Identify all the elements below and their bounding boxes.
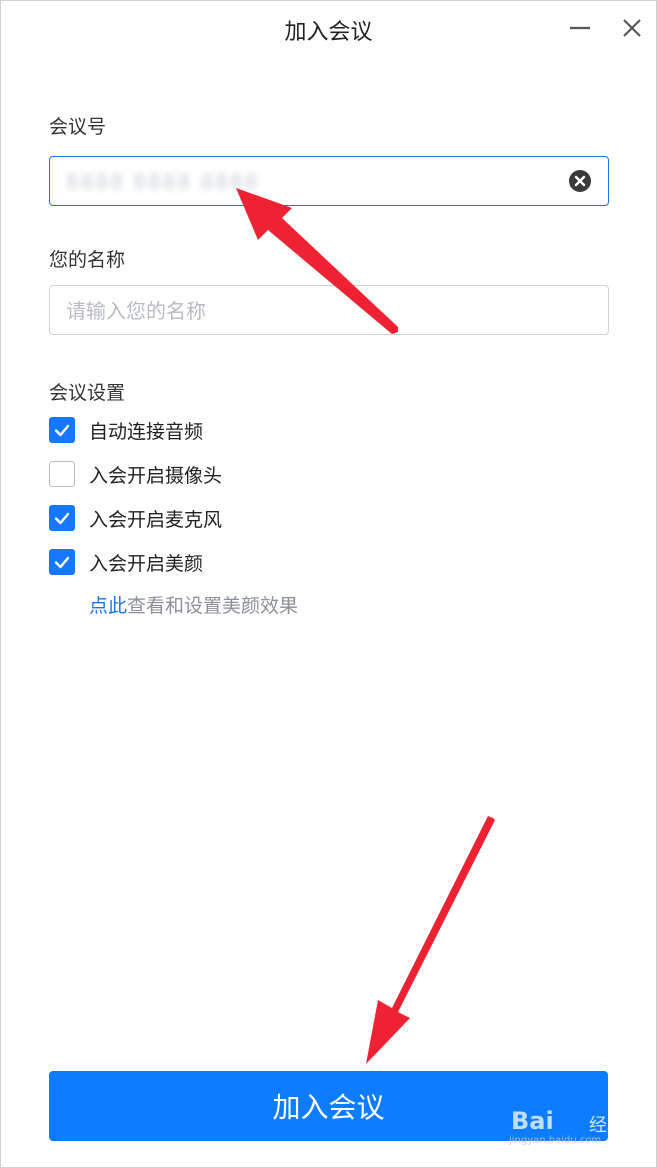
name-field[interactable]	[49, 285, 609, 336]
microphone-checkbox-row[interactable]: 入会开启麦克风	[49, 503, 222, 533]
auto-audio-label: 自动连接音频	[89, 420, 204, 443]
baidu-jingyan-watermark: Bai 经验 jingyan.baidu.com	[501, 1101, 631, 1151]
clear-input-button[interactable]	[568, 169, 592, 193]
watermark-sub: 经验	[589, 1115, 625, 1136]
close-icon	[623, 19, 641, 37]
microphone-label: 入会开启麦克风	[89, 508, 223, 531]
check-icon	[54, 512, 70, 525]
name-input[interactable]	[64, 286, 568, 336]
window-title: 加入会议	[284, 20, 373, 45]
check-icon	[54, 424, 70, 437]
settings-label: 会议设置	[49, 382, 126, 404]
clear-circle-icon	[569, 170, 591, 192]
join-meeting-window: 加入会议 会议号 您的名称 会议设置	[0, 0, 657, 1168]
microphone-checkbox[interactable]	[49, 505, 75, 531]
watermark-url: jingyan.baidu.com	[509, 1135, 602, 1146]
beauty-checkbox[interactable]	[49, 549, 75, 575]
title-bar: 加入会议	[1, 1, 656, 57]
minimize-button[interactable]	[565, 13, 595, 43]
minimize-icon	[570, 26, 590, 30]
meeting-id-label: 会议号	[49, 116, 107, 138]
camera-label: 入会开启摄像头	[89, 464, 223, 487]
close-button[interactable]	[617, 13, 647, 43]
check-icon	[54, 556, 70, 569]
watermark-brand: Bai	[511, 1107, 554, 1135]
auto-audio-checkbox-row[interactable]: 自动连接音频	[49, 415, 203, 445]
meeting-id-input[interactable]	[64, 157, 568, 207]
beauty-label: 入会开启美颜	[89, 552, 204, 575]
beauty-settings-hint: 点此查看和设置美颜效果	[89, 591, 298, 618]
auto-audio-checkbox[interactable]	[49, 417, 75, 443]
beauty-settings-description: 查看和设置美颜效果	[127, 595, 299, 617]
camera-checkbox-row[interactable]: 入会开启摄像头	[49, 459, 222, 489]
camera-checkbox[interactable]	[49, 461, 75, 487]
meeting-id-field[interactable]	[49, 156, 609, 207]
beauty-checkbox-row[interactable]: 入会开启美颜	[49, 547, 203, 577]
beauty-settings-link[interactable]: 点此	[89, 595, 127, 617]
name-label: 您的名称	[49, 249, 126, 271]
